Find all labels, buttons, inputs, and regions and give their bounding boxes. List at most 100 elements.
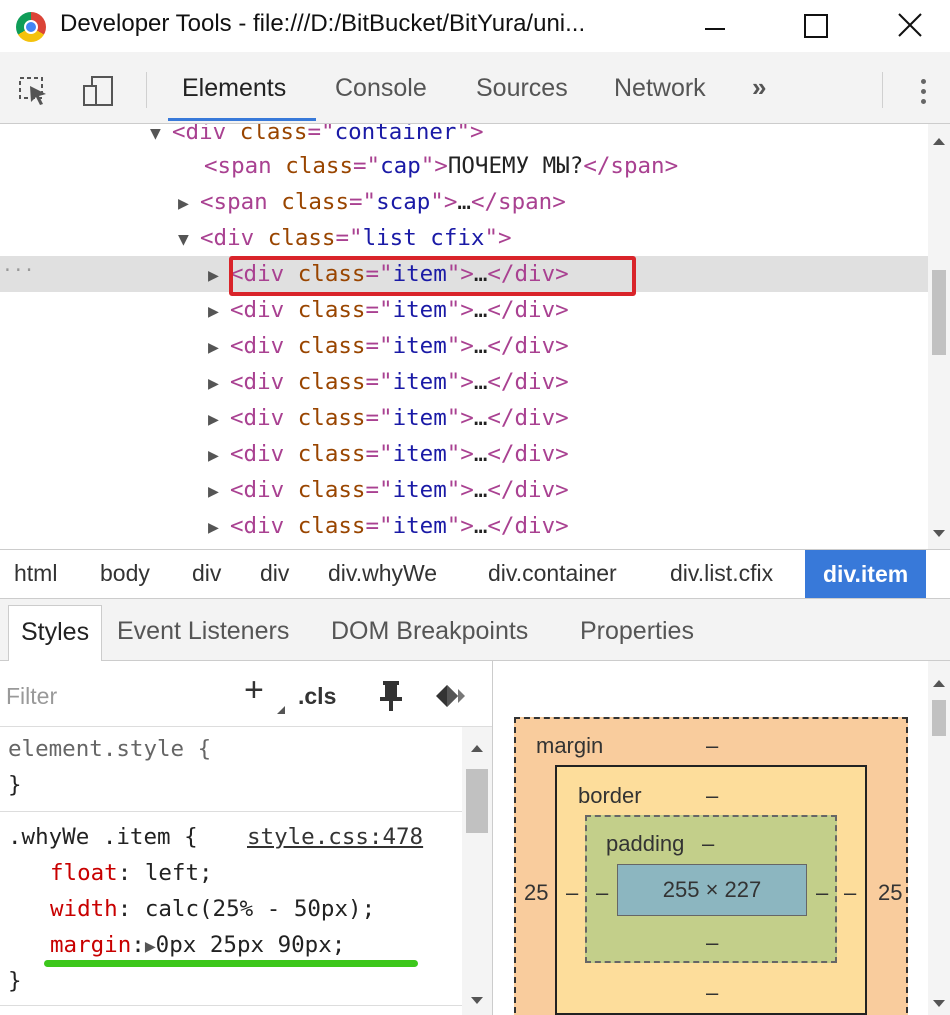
declaration-width[interactable]: width: calc(25% - 50px); [50, 891, 375, 927]
toolbar-separator [882, 72, 883, 108]
elements-dom-tree: ▼ <div class="container"> <span class="ca… [0, 124, 928, 549]
breadcrumb-body[interactable]: body [100, 560, 150, 587]
expand-shorthand-icon[interactable]: ▶ [145, 936, 156, 957]
dom-breadcrumb: html body div div div.whyWe div.containe… [0, 549, 950, 599]
device-toolbar-button[interactable] [82, 76, 114, 106]
device-toolbar-icon [83, 76, 113, 106]
dom-node-item[interactable]: ▶ <div class="item">…</div> [0, 328, 928, 364]
box-model-pane: 255 × 227 margin – 25 25 – border – – – … [494, 661, 928, 1015]
box-model-scroll-thumb[interactable] [932, 700, 946, 736]
box-model-content-size[interactable]: 255 × 227 [617, 864, 807, 916]
expand-triangle-icon[interactable]: ▶ [178, 186, 200, 222]
expand-triangle-icon[interactable]: ▶ [208, 474, 230, 510]
tab-properties[interactable]: Properties [580, 617, 694, 646]
styles-filter-bar: Filter + .cls [0, 661, 492, 727]
collapse-triangle-icon[interactable]: ▼ [178, 222, 200, 258]
padding-right-value[interactable]: – [816, 880, 828, 906]
scroll-down-arrow-icon[interactable] [933, 1000, 945, 1007]
minimize-button[interactable] [690, 6, 740, 46]
inspect-element-button[interactable] [18, 76, 50, 106]
breadcrumb-div-container[interactable]: div.container [488, 560, 617, 587]
tab-network[interactable]: Network [614, 74, 706, 103]
tab-styles[interactable]: Styles [8, 605, 103, 662]
padding-left-value[interactable]: – [596, 880, 608, 906]
styles-panel-tabs: Styles Event Listeners DOM Breakpoints P… [0, 599, 950, 662]
styles-pane: Filter + .cls element.style { } .whyWe .… [0, 661, 493, 1015]
dropdown-corner-icon [277, 706, 285, 714]
tab-sources[interactable]: Sources [476, 74, 568, 103]
inspect-element-icon [19, 77, 46, 105]
dom-node-item[interactable]: ▶ <div class="item">…</div> [0, 472, 928, 508]
close-button[interactable] [885, 6, 935, 46]
declaration-float[interactable]: float: left; [50, 855, 213, 891]
scroll-up-arrow-icon[interactable] [933, 680, 945, 687]
expand-triangle-icon[interactable]: ▶ [208, 330, 230, 366]
rule-close-brace: } [8, 772, 22, 798]
expand-triangle-icon[interactable]: ▶ [208, 510, 230, 546]
stylesheet-source-link[interactable]: style.css:478 [247, 819, 423, 855]
tab-event-listeners[interactable]: Event Listeners [117, 617, 289, 646]
margin-left-value[interactable]: 25 [524, 880, 548, 906]
rule-divider [0, 811, 462, 812]
expand-triangle-icon[interactable]: ▶ [208, 294, 230, 330]
padding-top-value[interactable]: – [702, 831, 714, 857]
breadcrumb-div[interactable]: div [260, 560, 289, 587]
rule-divider [0, 1005, 462, 1006]
more-tabs-button[interactable]: » [752, 72, 766, 103]
expand-triangle-icon[interactable]: ▶ [208, 402, 230, 438]
element-style-selector[interactable]: element.style { [8, 731, 211, 767]
selected-node-marker[interactable]: ··· [2, 256, 35, 286]
scroll-up-arrow-icon[interactable] [933, 138, 945, 145]
breadcrumb-div-list-cfix[interactable]: div.list.cfix [670, 560, 773, 587]
style-rules: element.style { } .whyWe .item { style.c… [0, 727, 462, 1015]
whywe-item-selector[interactable]: .whyWe .item { [8, 819, 198, 855]
styles-scroll-thumb[interactable] [466, 769, 488, 833]
margin-right-value[interactable]: 25 [878, 880, 902, 906]
breadcrumb-div-item[interactable]: div.item [805, 550, 927, 598]
scroll-down-arrow-icon[interactable] [933, 530, 945, 537]
dom-text-node: ПОЧЕМУ МЫ? [447, 153, 584, 179]
close-icon [898, 13, 922, 37]
border-top-value[interactable]: – [706, 783, 718, 809]
dom-node-item[interactable]: ▶ <div class="item">…</div> [0, 364, 928, 400]
kebab-menu-icon[interactable] [918, 76, 928, 110]
dom-node-list-cfix[interactable]: ▼ <div class="list cfix"> [0, 220, 928, 256]
rule-close-brace: } [8, 968, 22, 994]
tab-dom-breakpoints[interactable]: DOM Breakpoints [331, 617, 528, 646]
breadcrumb-html[interactable]: html [14, 560, 57, 587]
expand-triangle-icon[interactable]: ▶ [208, 438, 230, 474]
dom-tree-scroll-thumb[interactable] [932, 270, 946, 355]
chrome-logo-icon [16, 12, 46, 42]
pin-icon[interactable] [376, 679, 406, 713]
devtools-toolbar: Elements Console Sources Network » [0, 52, 950, 124]
dom-node-span-scap[interactable]: ▶ <span class="scap">…</span> [0, 184, 928, 220]
tab-console[interactable]: Console [335, 74, 427, 103]
class-toggle-button[interactable]: .cls [298, 683, 336, 710]
margin-bottom-value[interactable]: – [706, 980, 718, 1006]
dom-node-item[interactable]: ▶ <div class="item">…</div> [0, 400, 928, 436]
margin-top-value[interactable]: – [706, 733, 718, 759]
border-left-value[interactable]: – [566, 880, 578, 906]
padding-bottom-value[interactable]: – [706, 930, 718, 956]
dom-node-item[interactable]: ▶ <div class="item">…</div> [0, 436, 928, 472]
dom-node-item[interactable]: ▶ <div class="item">…</div> [0, 508, 928, 544]
breadcrumb-div-whywe[interactable]: div.whyWe [328, 560, 437, 587]
styles-filter-input[interactable]: Filter [6, 683, 57, 710]
border-right-value[interactable]: – [844, 880, 856, 906]
expand-triangle-icon[interactable]: ▶ [208, 258, 230, 294]
tab-elements[interactable]: Elements [182, 74, 286, 103]
scroll-up-arrow-icon[interactable] [471, 745, 483, 752]
scroll-down-arrow-icon[interactable] [471, 997, 483, 1004]
expand-triangle-icon[interactable]: ▶ [208, 366, 230, 402]
breadcrumb-div[interactable]: div [192, 560, 221, 587]
margin-annotation-underline [44, 960, 418, 967]
dom-node-span-cap[interactable]: <span class="cap">ПОЧЕМУ МЫ?</span> [0, 148, 928, 184]
new-style-rule-button[interactable]: + [244, 671, 264, 710]
margin-label: margin [536, 733, 604, 758]
dom-node-item[interactable]: ▶ <div class="item">…</div> [0, 292, 928, 328]
dom-node-container[interactable]: ▼ <div class="container"> [0, 124, 928, 150]
color-palette-icon[interactable] [432, 681, 472, 711]
selected-node-annotation [229, 256, 636, 296]
declaration-margin[interactable]: margin:▶0px 25px 90px; [50, 927, 345, 963]
maximize-button[interactable] [790, 6, 840, 46]
